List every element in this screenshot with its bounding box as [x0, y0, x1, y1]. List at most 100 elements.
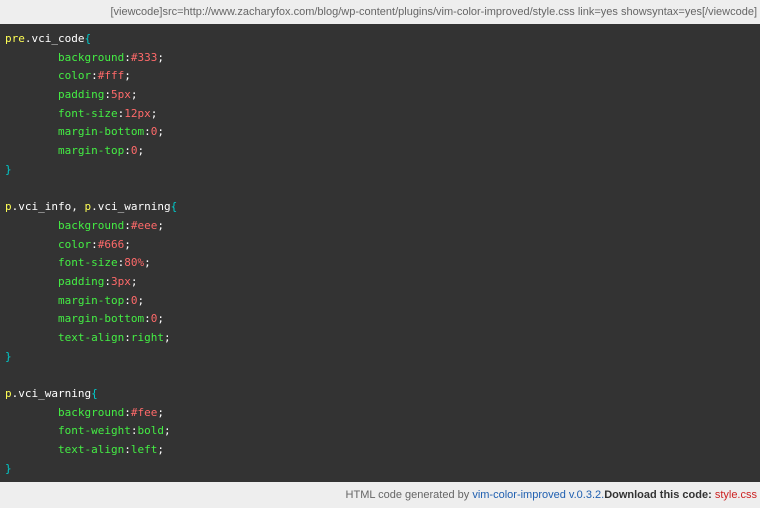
- semicolon-token: ;: [157, 218, 164, 232]
- semicolon-token: ;: [157, 405, 164, 419]
- property-token: margin-top: [57, 293, 125, 307]
- colon-token: :: [124, 218, 131, 232]
- version-text: v.0.3.2.: [565, 489, 605, 501]
- brace-token: {: [84, 32, 92, 45]
- code-line: }: [5, 348, 755, 367]
- code-line: font-size:12px;: [5, 105, 755, 124]
- property-token: background: [57, 50, 125, 64]
- code-line: text-align:left;: [5, 441, 755, 460]
- brace-token: {: [91, 387, 98, 401]
- colon-token: :: [104, 88, 111, 102]
- class-token: .vci_info: [11, 200, 72, 214]
- code-line: }: [5, 161, 755, 180]
- code-line: }: [5, 460, 755, 479]
- value-token: #eee: [130, 218, 158, 232]
- brace-token: {: [170, 200, 178, 214]
- code-line: pre.vci_code{: [5, 30, 755, 49]
- class-token: .vci_warning: [11, 387, 92, 401]
- code-line: text-align:right;: [5, 329, 755, 348]
- colon-token: :: [144, 125, 151, 139]
- code-line: ​: [5, 366, 755, 385]
- selector-token: pre: [5, 32, 25, 45]
- semicolon-token: ;: [137, 293, 145, 307]
- semicolon-token: ;: [124, 69, 131, 83]
- code-line: background:#333;: [5, 49, 755, 68]
- punctuation-token: ,: [71, 200, 85, 214]
- property-token: padding: [57, 88, 105, 102]
- semicolon-token: ;: [130, 274, 138, 288]
- semicolon-token: ;: [157, 443, 164, 457]
- semicolon-token: ;: [157, 50, 164, 64]
- property-token: margin-bottom: [57, 125, 145, 139]
- semicolon-token: ;: [150, 106, 158, 120]
- property-token: font-size: [57, 106, 118, 120]
- semicolon-token: ;: [124, 237, 131, 251]
- code-line: color:#fff;: [5, 67, 755, 86]
- code-line: margin-bottom:0;: [5, 310, 755, 329]
- value-token: 3px: [110, 274, 131, 288]
- semicolon-token: ;: [157, 125, 164, 139]
- property-token: margin-bottom: [57, 312, 145, 326]
- property-token: background: [57, 218, 125, 232]
- value-token: 5px: [110, 88, 131, 102]
- value-token: #fff: [97, 69, 125, 83]
- keyword-value-token: right: [130, 331, 164, 344]
- css-code-block: pre.vci_code{ background:#333; color:#ff…: [0, 24, 760, 482]
- value-token: 80%: [124, 256, 145, 270]
- code-line: padding:5px;: [5, 86, 755, 105]
- code-line: p.vci_warning{: [5, 385, 755, 404]
- brace-token: }: [5, 349, 12, 363]
- colon-token: :: [124, 293, 131, 307]
- property-token: font-weight: [57, 424, 131, 438]
- property-token: color: [57, 237, 92, 251]
- code-line: color:#666;: [5, 236, 755, 255]
- property-token: text-align: [57, 443, 125, 457]
- vim-color-improved-link[interactable]: vim-color-improved: [472, 489, 566, 501]
- code-line: margin-top:0;: [5, 142, 755, 161]
- code-line: p.vci_info, p.vci_warning{: [5, 198, 755, 217]
- colon-token: :: [144, 312, 151, 326]
- semicolon-token: ;: [163, 331, 171, 344]
- semicolon-token: ;: [163, 424, 171, 438]
- colon-token: :: [124, 443, 131, 457]
- download-label: Download this code:: [604, 489, 712, 501]
- value-token: 12px: [124, 106, 151, 120]
- download-style-css-link[interactable]: style.css: [715, 489, 757, 501]
- colon-token: :: [91, 69, 98, 83]
- code-line: ​: [5, 180, 755, 199]
- property-token: background: [57, 405, 125, 419]
- code-line: font-weight:bold;: [5, 422, 755, 441]
- code-line: background:#eee;: [5, 217, 755, 236]
- colon-token: :: [104, 274, 111, 288]
- viewcode-info-bar: [viewcode]src=http://www.zacharyfox.com/…: [0, 0, 760, 24]
- generated-by-text: HTML code generated by: [345, 489, 473, 501]
- semicolon-token: ;: [144, 256, 151, 270]
- class-token: .vci_warning: [91, 200, 171, 214]
- colon-token: :: [124, 144, 131, 158]
- colon-token: :: [124, 331, 131, 344]
- code-line: background:#fee;: [5, 404, 755, 423]
- colon-token: :: [91, 237, 98, 251]
- code-line: margin-bottom:0;: [5, 123, 755, 142]
- keyword-value-token: bold: [137, 424, 164, 438]
- code-line: font-size:80%;: [5, 254, 755, 273]
- property-token: font-size: [57, 256, 118, 270]
- colon-token: :: [124, 50, 131, 64]
- brace-token: }: [5, 162, 12, 176]
- semicolon-token: ;: [130, 88, 138, 102]
- code-line: margin-top:0;: [5, 292, 755, 311]
- semicolon-token: ;: [157, 312, 164, 326]
